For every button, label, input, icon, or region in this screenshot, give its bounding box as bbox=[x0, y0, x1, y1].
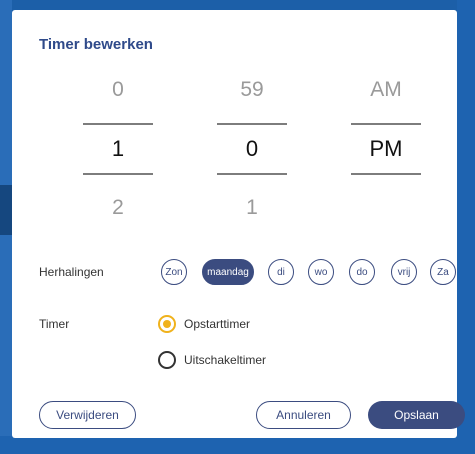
edit-timer-dialog: Timer bewerken 0 1 2 59 0 1 AM PM Herhal… bbox=[12, 10, 465, 438]
day-toggle-friday[interactable]: vrij bbox=[391, 259, 417, 285]
hour-prev-value[interactable]: 0 bbox=[78, 78, 158, 102]
timer-label: Timer bbox=[39, 317, 70, 331]
ampm-prev-value[interactable]: AM bbox=[346, 78, 426, 102]
hour-current-value[interactable]: 1 bbox=[78, 136, 158, 162]
save-button[interactable]: Opslaan bbox=[368, 401, 465, 429]
delete-button[interactable]: Verwijderen bbox=[39, 401, 136, 429]
hour-next-value[interactable]: 2 bbox=[78, 196, 158, 220]
day-toggle-thursday[interactable]: do bbox=[349, 259, 375, 285]
minute-bottom-divider bbox=[217, 173, 287, 175]
minute-top-divider bbox=[217, 123, 287, 125]
ampm-current-value[interactable]: PM bbox=[346, 136, 426, 162]
cancel-button[interactable]: Annuleren bbox=[256, 401, 351, 429]
repeat-label: Herhalingen bbox=[39, 265, 104, 279]
shutdown-timer-radio[interactable] bbox=[158, 351, 176, 369]
minute-next-value[interactable]: 1 bbox=[212, 196, 292, 220]
minute-prev-value[interactable]: 59 bbox=[212, 78, 292, 102]
hour-top-divider bbox=[83, 123, 153, 125]
dialog-title: Timer bewerken bbox=[39, 36, 153, 53]
day-toggle-sunday[interactable]: Zon bbox=[161, 259, 187, 285]
day-toggle-tuesday[interactable]: di bbox=[268, 259, 294, 285]
day-toggle-monday[interactable]: maandag bbox=[202, 259, 254, 285]
background-right-panel bbox=[457, 0, 475, 454]
ampm-top-divider bbox=[351, 123, 421, 125]
shutdown-timer-label[interactable]: Uitschakeltimer bbox=[184, 353, 266, 367]
startup-timer-radio[interactable] bbox=[158, 315, 176, 333]
ampm-bottom-divider bbox=[351, 173, 421, 175]
background-left-panel bbox=[0, 0, 12, 454]
hour-bottom-divider bbox=[83, 173, 153, 175]
minute-current-value[interactable]: 0 bbox=[212, 136, 292, 162]
startup-timer-label[interactable]: Opstarttimer bbox=[184, 317, 250, 331]
day-toggle-saturday[interactable]: Za bbox=[430, 259, 456, 285]
background-strip bbox=[0, 185, 12, 235]
day-toggle-wednesday[interactable]: wo bbox=[308, 259, 334, 285]
background-bottom-panel bbox=[0, 436, 475, 454]
